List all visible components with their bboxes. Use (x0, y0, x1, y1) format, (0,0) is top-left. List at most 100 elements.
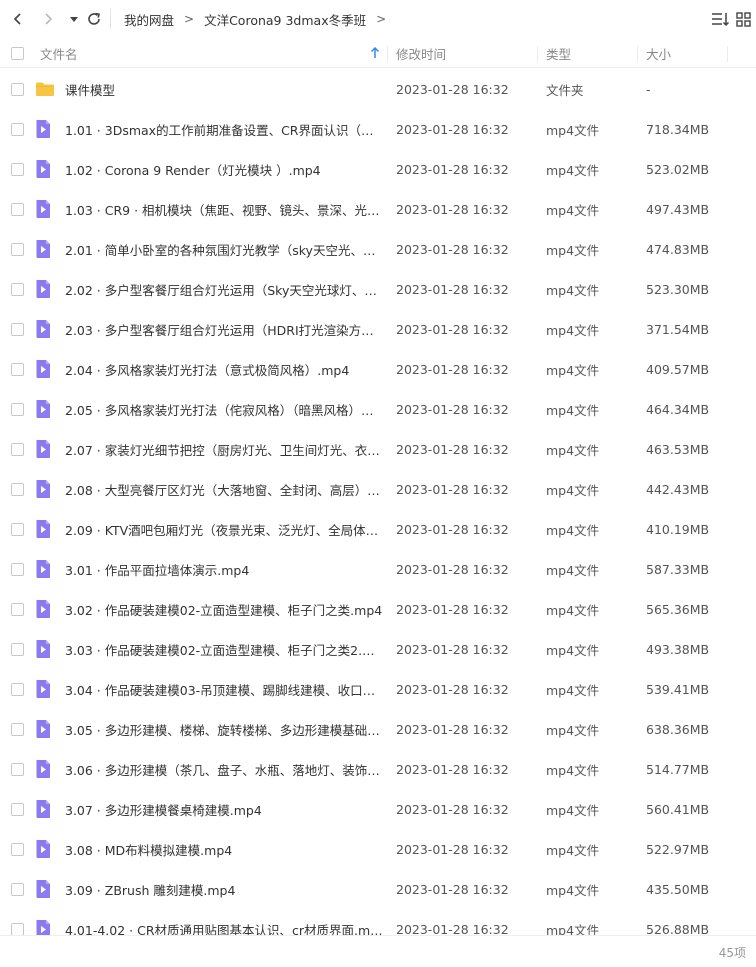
file-name[interactable]: 2.02 · 多户型客餐厅组合灯光运用（Sky天空光球灯、Sk… (65, 269, 383, 309)
file-row[interactable]: 4.01-4.02 · CR材质通用贴图基本认识、cr材质界面.mp4 2023-… (0, 909, 756, 935)
row-checkbox[interactable] (11, 629, 24, 669)
column-header-size[interactable]: 大小 (646, 38, 671, 68)
breadcrumb-item-current[interactable]: 文洋Corona9 3dmax冬季班 (204, 10, 366, 29)
column-header-name[interactable]: 文件名 (40, 38, 78, 68)
video-file-icon (35, 309, 51, 349)
file-name[interactable]: 3.06 · 多边形建模（茶几、盘子、水瓶、落地灯、装饰）… (65, 749, 383, 789)
row-checkbox[interactable] (11, 229, 24, 269)
file-row[interactable]: 2.04 · 多风格家装灯光打法（意式极简风格）.mp4 2023-01-28 1… (0, 349, 756, 389)
file-name[interactable]: 2.08 · 大型亮餐厅区灯光（大落地窗、全封闭、高层）… (65, 469, 383, 509)
file-name[interactable]: 2.09 · KTV酒吧包厢灯光（夜景光束、泛光灯、全局体积… (65, 509, 383, 549)
breadcrumb-item-root[interactable]: 我的网盘 (124, 10, 174, 29)
file-name[interactable]: 1.03 · CR9 · 相机模块（焦距、视野、镜头、景深、光圈… (65, 189, 383, 229)
file-row[interactable]: 3.09 · ZBrush 雕刻建模.mp4 2023-01-28 16:32 mp… (0, 869, 756, 909)
file-name-text: 3.04 · 作品硬装建模03-吊顶建模、踢脚线建模、收口细… (65, 682, 383, 698)
select-all-checkbox[interactable] (11, 38, 24, 68)
video-file-icon (35, 189, 51, 229)
file-name[interactable]: 3.05 · 多边形建模、楼梯、旋转楼梯、多边形建模基础… (65, 709, 383, 749)
row-checkbox[interactable] (11, 149, 24, 189)
file-name[interactable]: 3.08 · MD布料模拟建模.mp4 (65, 829, 383, 869)
row-checkbox[interactable] (11, 429, 24, 469)
row-checkbox[interactable] (11, 789, 24, 829)
row-checkbox[interactable] (11, 69, 24, 109)
row-checkbox[interactable] (11, 189, 24, 229)
forward-button[interactable] (36, 7, 60, 31)
file-row[interactable]: 1.01 · 3Dsmax的工作前期准备设置、CR界面认识（灯光… 2023-01… (0, 109, 756, 149)
column-divider[interactable] (537, 46, 538, 62)
file-name[interactable]: 课件模型 (65, 69, 383, 109)
checkbox-box (11, 162, 24, 176)
file-row[interactable]: 2.02 · 多户型客餐厅组合灯光运用（Sky天空光球灯、Sk… 2023-01-… (0, 269, 756, 309)
file-name[interactable]: 3.04 · 作品硬装建模03-吊顶建模、踢脚线建模、收口细… (65, 669, 383, 709)
file-row[interactable]: 3.05 · 多边形建模、楼梯、旋转楼梯、多边形建模基础… 2023-01-28 … (0, 709, 756, 749)
row-checkbox[interactable] (11, 469, 24, 509)
sort-menu-button[interactable] (710, 9, 730, 29)
row-checkbox[interactable] (11, 749, 24, 789)
file-name[interactable]: 2.07 · 家装灯光细节把控（厨房灯光、卫生间灯光、衣帽… (65, 429, 383, 469)
file-name[interactable]: 2.01 · 简单小卧室的各种氛围灯光教学（sky天空光、太… (65, 229, 383, 269)
row-checkbox[interactable] (11, 509, 24, 549)
row-checkbox[interactable] (11, 549, 24, 589)
file-name[interactable]: 1.01 · 3Dsmax的工作前期准备设置、CR界面认识（灯光… (65, 109, 383, 149)
refresh-button[interactable] (82, 7, 106, 31)
row-checkbox[interactable] (11, 269, 24, 309)
back-button[interactable] (6, 7, 30, 31)
file-name-text: 课件模型 (65, 82, 116, 98)
file-name[interactable]: 3.01 · 作品平面拉墙体演示.mp4 (65, 549, 383, 589)
row-checkbox[interactable] (11, 349, 24, 389)
file-modified-time: 2023-01-28 16:32 (396, 441, 509, 457)
file-name[interactable]: 2.03 · 多户型客餐厅组合灯光运用（HDRI打光渲染方式… (65, 309, 383, 349)
row-checkbox[interactable] (11, 589, 24, 629)
file-name[interactable]: 3.07 · 多边形建模餐桌椅建模.mp4 (65, 789, 383, 829)
checkbox-box (11, 802, 24, 816)
column-divider[interactable] (637, 46, 638, 62)
file-row[interactable]: 3.08 · MD布料模拟建模.mp4 2023-01-28 16:32 mp4文件… (0, 829, 756, 869)
file-name[interactable]: 3.03 · 作品硬装建模02-立面造型建模、柜子门之类2.mp4 (65, 629, 383, 669)
sort-ascending-icon[interactable] (370, 38, 380, 68)
column-header-type[interactable]: 类型 (546, 38, 571, 68)
row-checkbox[interactable] (11, 669, 24, 709)
row-checkbox[interactable] (11, 829, 24, 869)
column-divider[interactable] (727, 46, 728, 62)
file-row[interactable]: 3.02 · 作品硬装建模02-立面造型建模、柜子门之类.mp4 2023-01-… (0, 589, 756, 629)
file-row[interactable]: 3.07 · 多边形建模餐桌椅建模.mp4 2023-01-28 16:32 mp4… (0, 789, 756, 829)
file-type: mp4文件 (546, 842, 600, 858)
file-modified-time: 2023-01-28 16:32 (396, 121, 509, 137)
file-row[interactable]: 3.01 · 作品平面拉墙体演示.mp4 2023-01-28 16:32 mp4文… (0, 549, 756, 589)
file-row[interactable]: 1.02 · Corona 9 Render（灯光模块 ）.mp4 2023-01… (0, 149, 756, 189)
file-name-text: 3.02 · 作品硬装建模02-立面造型建模、柜子门之类.mp4 (65, 602, 383, 618)
row-checkbox[interactable] (11, 309, 24, 349)
file-row[interactable]: 2.08 · 大型亮餐厅区灯光（大落地窗、全封闭、高层）… 2023-01-28 … (0, 469, 756, 509)
file-type: mp4文件 (546, 242, 600, 258)
file-name[interactable]: 3.02 · 作品硬装建模02-立面造型建模、柜子门之类.mp4 (65, 589, 383, 629)
file-type: mp4文件 (546, 562, 600, 578)
file-row[interactable]: 2.03 · 多户型客餐厅组合灯光运用（HDRI打光渲染方式… 2023-01-2… (0, 309, 756, 349)
file-type: mp4文件 (546, 202, 600, 218)
row-checkbox[interactable] (11, 869, 24, 909)
file-row[interactable]: 3.03 · 作品硬装建模02-立面造型建模、柜子门之类2.mp4 2023-01… (0, 629, 756, 669)
file-size: 560.41MB (646, 801, 710, 817)
column-divider[interactable] (387, 46, 388, 62)
row-checkbox[interactable] (11, 709, 24, 749)
row-checkbox[interactable] (11, 389, 24, 429)
file-row[interactable]: 3.04 · 作品硬装建模03-吊顶建模、踢脚线建模、收口细… 2023-01-2… (0, 669, 756, 709)
row-checkbox[interactable] (11, 109, 24, 149)
view-mode-button[interactable] (734, 9, 752, 29)
file-type: mp4文件 (546, 522, 600, 538)
row-checkbox[interactable] (11, 909, 24, 935)
file-row[interactable]: 2.05 · 多风格家装灯光打法（侘寂风格）（暗黑风格）… 2023-01-28 … (0, 389, 756, 429)
file-row[interactable]: 2.01 · 简单小卧室的各种氛围灯光教学（sky天空光、太… 2023-01-2… (0, 229, 756, 269)
file-row[interactable]: 课件模型 2023-01-28 16:32 文件夹 - (0, 69, 756, 109)
column-header-modified[interactable]: 修改时间 (396, 38, 446, 68)
file-row[interactable]: 2.07 · 家装灯光细节把控（厨房灯光、卫生间灯光、衣帽… 2023-01-28… (0, 429, 756, 469)
file-name[interactable]: 4.01-4.02 · CR材质通用贴图基本认识、cr材质界面.mp4 (65, 909, 383, 936)
file-row[interactable]: 2.09 · KTV酒吧包厢灯光（夜景光束、泛光灯、全局体积… 2023-01-2… (0, 509, 756, 549)
file-row[interactable]: 1.03 · CR9 · 相机模块（焦距、视野、镜头、景深、光圈… 2023-01… (0, 189, 756, 229)
file-row[interactable]: 3.06 · 多边形建模（茶几、盘子、水瓶、落地灯、装饰）… 2023-01-28… (0, 749, 756, 789)
file-name[interactable]: 3.09 · ZBrush 雕刻建模.mp4 (65, 869, 383, 909)
file-name[interactable]: 1.02 · Corona 9 Render（灯光模块 ）.mp4 (65, 149, 383, 189)
file-modified-time: 2023-01-28 16:32 (396, 641, 509, 657)
file-type: mp4文件 (546, 602, 600, 618)
file-name[interactable]: 2.04 · 多风格家装灯光打法（意式极简风格）.mp4 (65, 349, 383, 389)
file-name[interactable]: 2.05 · 多风格家装灯光打法（侘寂风格）（暗黑风格）… (65, 389, 383, 429)
